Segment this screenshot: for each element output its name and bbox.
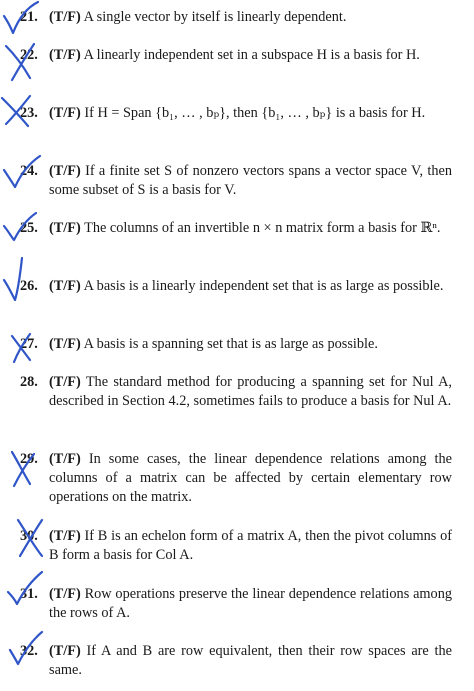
true-false-tag: (T/F) (49, 163, 81, 179)
true-false-tag: (T/F) (49, 374, 81, 390)
exercise-text: If A and B are row equivalent, then thei… (49, 643, 452, 678)
exercise-text: A single vector by itself is linearly de… (83, 9, 347, 25)
true-false-tag: (T/F) (49, 105, 81, 121)
exercise-32: 32. (T/F) If A and B are row equivalent,… (20, 642, 452, 680)
true-false-tag: (T/F) (49, 643, 81, 659)
exercise-text: If B is an echelon form of a matrix A, t… (49, 528, 452, 563)
true-false-tag: (T/F) (49, 220, 81, 236)
exercise-number: 31. (20, 586, 38, 602)
exercise-page: 21. (T/F) A single vector by itself is l… (0, 0, 474, 691)
exercise-23: 23. (T/F) If H = Span {b₁, … , bₚ}, then… (20, 104, 452, 123)
exercise-26: 26. (T/F) A basis is a linearly independ… (20, 277, 452, 296)
exercise-number: 25. (20, 220, 38, 236)
true-false-tag: (T/F) (49, 47, 81, 63)
exercise-number: 23. (20, 105, 38, 121)
exercise-text: In some cases, the linear dependence rel… (49, 451, 453, 505)
exercise-28: 28. (T/F) The standard method for produc… (20, 373, 452, 411)
exercise-number: 26. (20, 278, 38, 294)
exercise-number: 28. (20, 374, 38, 390)
exercise-31: 31. (T/F) Row operations preserve the li… (20, 585, 452, 623)
exercise-24: 24. (T/F) If a finite set S of nonzero v… (20, 162, 452, 200)
exercise-text: The standard method for producing a span… (49, 374, 452, 409)
exercise-number: 24. (20, 163, 38, 179)
exercise-number: 32. (20, 643, 38, 659)
exercise-text: A linearly independent set in a subspace… (83, 47, 420, 63)
exercise-30: 30. (T/F) If B is an echelon form of a m… (20, 527, 452, 565)
exercise-text: A basis is a linearly independent set th… (83, 278, 444, 294)
exercise-text: A basis is a spanning set that is as lar… (83, 336, 378, 352)
true-false-tag: (T/F) (49, 9, 81, 25)
exercise-25: 25. (T/F) The columns of an invertible n… (20, 219, 452, 238)
true-false-tag: (T/F) (49, 528, 81, 544)
exercise-text: If H = Span {b₁, … , bₚ}, then {b₁, … , … (84, 105, 426, 121)
exercise-27: 27. (T/F) A basis is a spanning set that… (20, 335, 452, 354)
exercise-number: 21. (20, 9, 38, 25)
exercise-21: 21. (T/F) A single vector by itself is l… (20, 8, 452, 27)
exercise-text: If a finite set S of nonzero vectors spa… (49, 163, 452, 198)
true-false-tag: (T/F) (49, 278, 81, 294)
exercise-number: 30. (20, 528, 38, 544)
exercise-text: Row operations preserve the linear depen… (49, 586, 452, 621)
true-false-tag: (T/F) (49, 451, 81, 467)
exercise-29: 29. (T/F) In some cases, the linear depe… (20, 450, 452, 507)
true-false-tag: (T/F) (49, 586, 81, 602)
exercise-text: The columns of an invertible n × n matri… (84, 220, 441, 236)
exercise-22: 22. (T/F) A linearly independent set in … (20, 46, 452, 65)
exercise-number: 27. (20, 336, 38, 352)
exercise-number: 22. (20, 47, 38, 63)
exercise-number: 29. (20, 451, 38, 467)
true-false-tag: (T/F) (49, 336, 81, 352)
